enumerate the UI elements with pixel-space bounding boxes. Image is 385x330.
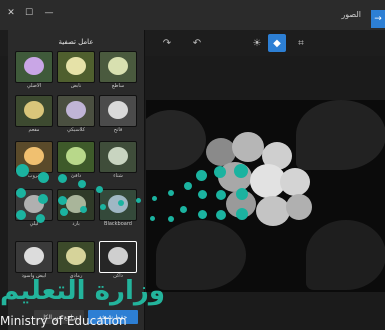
filter-thumb-5[interactable] <box>100 96 136 126</box>
filters-icon[interactable]: ◆ <box>268 34 286 52</box>
watermark-subtext: Ministry of Education <box>0 314 127 328</box>
minimize-icon[interactable]: — <box>42 6 56 20</box>
hydrangea-image <box>196 128 316 238</box>
filter-label: شتاء <box>113 173 123 179</box>
arrow-left-icon: → <box>374 14 382 24</box>
filter-thumb-14[interactable] <box>100 242 136 272</box>
filter-label: فاتح <box>113 127 123 133</box>
filter-label: ليلي <box>29 221 39 227</box>
filter-label: كلاسيكي <box>67 127 85 133</box>
filter-thumb-0[interactable] <box>16 52 52 82</box>
filter-thumb-13[interactable] <box>58 242 94 272</box>
filter-thumb-4[interactable] <box>58 96 94 126</box>
filter-label: مفعم <box>28 127 40 133</box>
adjust-icon[interactable]: ☀ <box>248 34 266 52</box>
watermark-text: وزارة التعليم <box>0 276 165 306</box>
crop-icon[interactable]: ⌗ <box>292 34 310 52</box>
title-bar: ✕ ☐ — الصور → <box>0 0 385 30</box>
filter-thumb-8[interactable] <box>100 142 136 172</box>
filter-thumb-2[interactable] <box>100 52 136 82</box>
filter-label: بارد <box>72 221 80 227</box>
panel-title: عامل تصفية <box>58 38 94 46</box>
app-title: الصور <box>341 10 361 19</box>
photo-canvas[interactable] <box>146 100 385 292</box>
filter-label: نابض <box>70 83 82 89</box>
maximize-icon[interactable]: ☐ <box>22 6 36 20</box>
filter-thumb-3[interactable] <box>16 96 52 126</box>
filter-thumb-7[interactable] <box>58 142 94 172</box>
filter-thumb-1[interactable] <box>58 52 94 82</box>
redo-icon[interactable]: ↷ <box>158 34 176 52</box>
back-button[interactable]: → <box>371 10 385 28</box>
filter-label: Blackboard <box>104 221 132 227</box>
undo-icon[interactable]: ↶ <box>188 34 206 52</box>
close-icon[interactable]: ✕ <box>4 6 18 20</box>
filter-label: ساطع <box>111 83 125 89</box>
filter-label: الأصلي <box>26 83 42 89</box>
filter-thumb-12[interactable] <box>16 242 52 272</box>
